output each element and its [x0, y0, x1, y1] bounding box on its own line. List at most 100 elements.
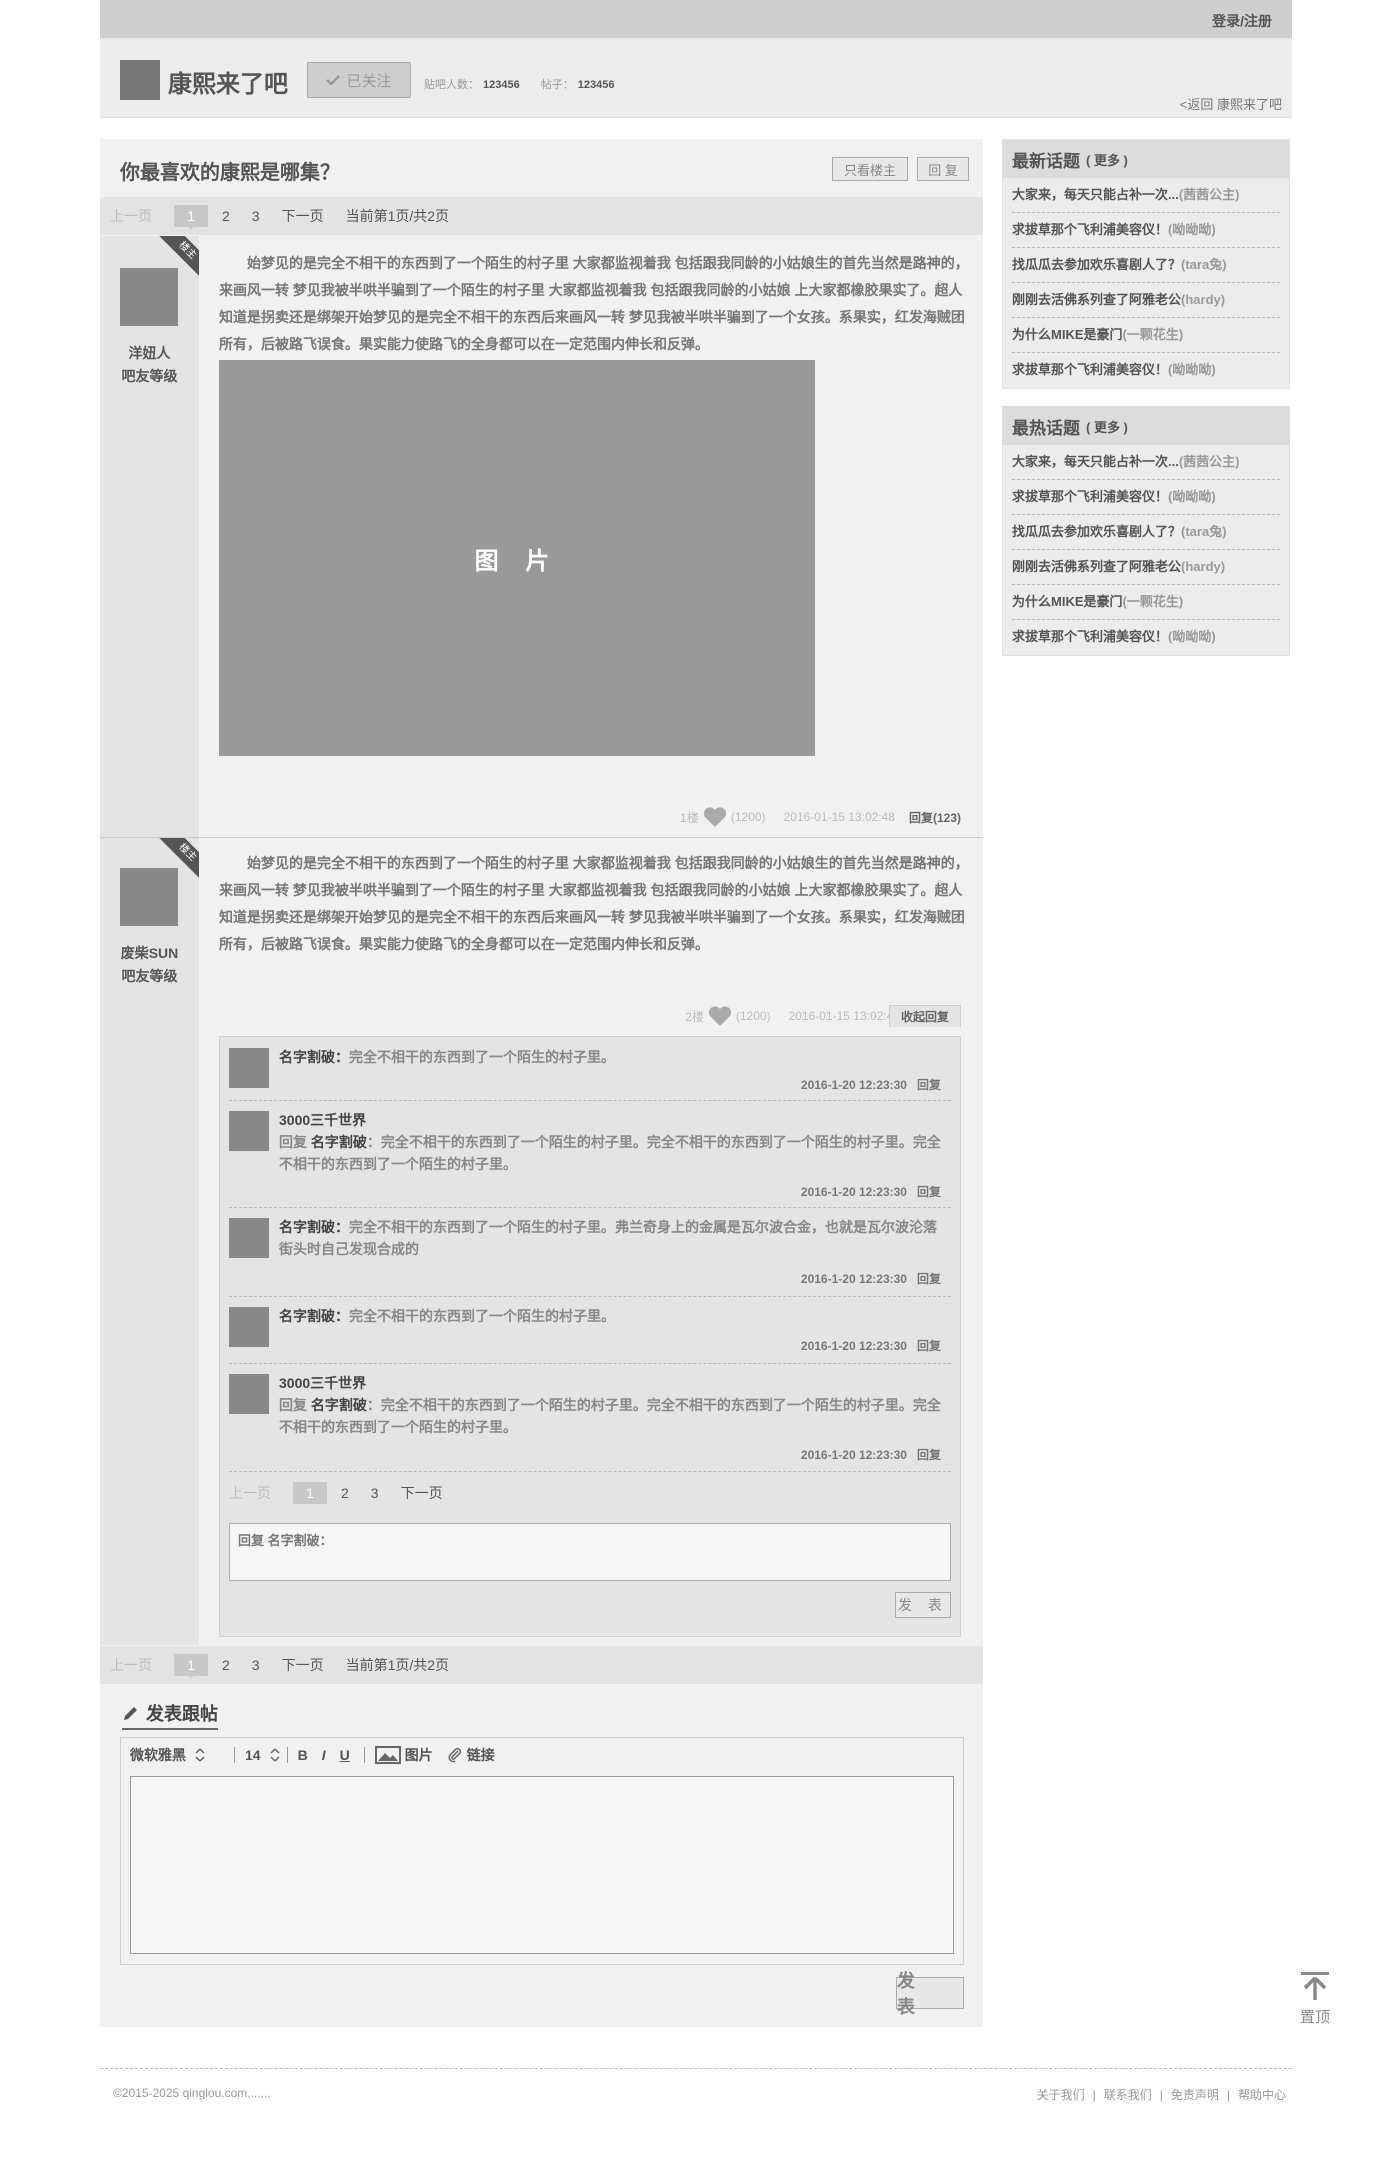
updown-chevron-icon	[270, 1748, 280, 1762]
reply-link[interactable]: 回复	[917, 1339, 941, 1353]
back-to-forum-link[interactable]: <返回 康熙来了吧	[1180, 94, 1282, 113]
reply-text: 3000三千世界 回复 名字割破：完全不相干的东西到了一个陌生的村子里。完全不相干…	[279, 1109, 949, 1175]
bold-button[interactable]: B	[298, 1747, 308, 1763]
topic-item[interactable]: 找瓜瓜去参加欢乐喜剧人了？(tara兔)	[1012, 515, 1280, 550]
avatar[interactable]	[229, 1307, 269, 1347]
page-link[interactable]: 3	[252, 1657, 260, 1673]
reply-author[interactable]: 名字割破	[279, 1049, 335, 1065]
post-author: 洋妞人 吧友等级	[100, 342, 199, 388]
topic-item[interactable]: 求拔草那个飞利浦美容仪！(呦呦呦)	[1012, 480, 1280, 515]
topic-title: 求拔草那个飞利浦美容仪！	[1012, 362, 1169, 377]
user-level: 吧友等级	[121, 368, 178, 384]
topic-item[interactable]: 求拔草那个飞利浦美容仪！(呦呦呦)	[1012, 353, 1280, 388]
topic-author: (呦呦呦)	[1168, 489, 1216, 504]
reply-item: 3000三千世界 回复 名字割破：完全不相干的东西到了一个陌生的村子里。完全不相干…	[229, 1101, 951, 1208]
reply-count-link[interactable]: 回复(123)	[909, 809, 961, 826]
reply-link[interactable]: 回复	[917, 1272, 941, 1286]
toolbar-separator	[234, 1747, 235, 1763]
topic-item[interactable]: 为什么MIKE是豪门(一颗花生)	[1012, 585, 1280, 620]
more-link[interactable]: ( 更多 )	[1086, 150, 1128, 169]
reply-text: 名字割破：完全不相干的东西到了一个陌生的村子里。	[279, 1308, 615, 1324]
thread-title: 你最喜欢的康熙是哪集？	[120, 162, 340, 184]
reply-author[interactable]: 3000三千世界	[279, 1372, 949, 1394]
avatar[interactable]	[229, 1048, 269, 1088]
topic-item[interactable]: 求拔草那个飞利浦美容仪！(呦呦呦)	[1012, 620, 1280, 655]
footer-link-about[interactable]: 关于我们	[1037, 2088, 1085, 2102]
footer-link-contact[interactable]: 联系我们	[1104, 2088, 1152, 2102]
avatar[interactable]	[120, 268, 178, 326]
topic-item[interactable]: 求拔草那个飞利浦美容仪！(呦呦呦)	[1012, 213, 1280, 248]
reply-input[interactable]: 回复 名字割破：	[229, 1523, 951, 1581]
publish-reply-button[interactable]: 发 表	[895, 1592, 951, 1618]
topic-title: 找瓜瓜去参加欢乐喜剧人了？	[1012, 524, 1182, 539]
reply-link[interactable]: 回复	[917, 1448, 941, 1462]
pagination-top: 上一页 1 2 3 下一页 当前第1页/共2页	[100, 197, 983, 235]
login-register-link[interactable]: 登录/注册	[1212, 11, 1272, 31]
reply-body: 完全不相干的东西到了一个陌生的村子里。弗兰奇身上的金属是瓦尔波合金，也就是瓦尔波…	[279, 1219, 937, 1257]
topic-item[interactable]: 大家来，每天只能占补一次...(茜茜公主)	[1012, 445, 1280, 480]
reply-link[interactable]: 回复	[917, 1078, 941, 1092]
publish-button[interactable]: 发 表	[896, 1971, 964, 2017]
avatar[interactable]	[229, 1374, 269, 1414]
editor-textarea[interactable]	[130, 1776, 954, 1954]
page-link[interactable]: 3	[252, 208, 260, 224]
reply-author[interactable]: 名字割破	[279, 1308, 335, 1324]
topic-item[interactable]: 找瓜瓜去参加欢乐喜剧人了？(tara兔)	[1012, 248, 1280, 283]
back-to-top-button[interactable]: 置顶	[1295, 1970, 1335, 2027]
topic-item[interactable]: 大家来，每天只能占补一次...(茜茜公主)	[1012, 178, 1280, 213]
post-author-column	[100, 236, 199, 1645]
collapse-replies-button[interactable]: 收起回复	[889, 1005, 961, 1027]
font-family-select[interactable]: 微软雅黑	[130, 1745, 210, 1765]
reply-author[interactable]: 名字割破	[279, 1219, 335, 1235]
footer-link-disclaimer[interactable]: 免责声明	[1171, 2088, 1219, 2102]
username[interactable]: 废柴SUN	[100, 942, 199, 965]
reply-author[interactable]: 3000三千世界	[279, 1109, 949, 1131]
footer-links: 关于我们 | 联系我们 | 免责声明 | 帮助中心	[1036, 2088, 1286, 2102]
topic-item[interactable]: 为什么MIKE是豪门(一颗花生)	[1012, 318, 1280, 353]
heart-icon[interactable]	[703, 806, 727, 828]
footer-link-help[interactable]: 帮助中心	[1238, 2088, 1286, 2102]
avatar[interactable]	[120, 868, 178, 926]
avatar[interactable]	[229, 1218, 269, 1258]
insert-image-button[interactable]: 图片	[374, 1745, 433, 1765]
insert-link-button[interactable]: 链接	[447, 1745, 495, 1765]
more-link[interactable]: ( 更多 )	[1086, 417, 1128, 436]
page-link[interactable]: 2	[222, 208, 230, 224]
page-link-current[interactable]: 1	[174, 205, 208, 229]
page-link[interactable]: 2	[222, 1657, 230, 1673]
reply-thread-button[interactable]: 回 复	[917, 157, 969, 181]
reply-link[interactable]: 回复	[917, 1185, 941, 1199]
pencil-icon	[124, 1707, 137, 1720]
page-link-current[interactable]: 1	[293, 1482, 327, 1504]
page-link[interactable]: 2	[341, 1485, 349, 1501]
forum-header: 康熙来了吧 已关注 贴吧人数： 123456 帖子： 123456 <返回 康熙来了…	[100, 38, 1292, 118]
page-link-current[interactable]: 1	[174, 1654, 208, 1678]
topic-author: (hardy)	[1181, 559, 1226, 574]
reply-target[interactable]: 名字割破	[311, 1134, 367, 1150]
post-meta: 1楼 (1200) 2016-01-15 13:02:48 回复(123)	[680, 806, 961, 828]
post-image[interactable]: 图 片	[219, 360, 815, 756]
widget-title: 最新话题	[1012, 151, 1080, 171]
follow-button[interactable]: 已关注	[307, 62, 411, 98]
forum-title[interactable]: 康熙来了吧	[168, 64, 288, 99]
italic-button[interactable]: I	[322, 1747, 326, 1763]
next-page-link[interactable]: 下一页	[282, 1655, 324, 1675]
topic-author: (一颗花生)	[1122, 594, 1184, 609]
prev-page-link[interactable]: 上一页	[229, 1483, 271, 1503]
heart-icon[interactable]	[708, 1005, 732, 1027]
topic-item[interactable]: 刚刚去活佛系列查了阿雅老公(hardy)	[1012, 550, 1280, 585]
username[interactable]: 洋妞人	[100, 342, 199, 365]
topic-title: 找瓜瓜去参加欢乐喜剧人了？	[1012, 257, 1182, 272]
avatar[interactable]	[229, 1111, 269, 1151]
prev-page-link[interactable]: 上一页	[110, 206, 152, 226]
topic-item[interactable]: 刚刚去活佛系列查了阿雅老公(hardy)	[1012, 283, 1280, 318]
only-op-button[interactable]: 只看楼主	[832, 157, 908, 181]
prev-page-link[interactable]: 上一页	[110, 1655, 152, 1675]
next-page-link[interactable]: 下一页	[401, 1483, 443, 1503]
font-size-select[interactable]: 14	[245, 1747, 285, 1763]
underline-button[interactable]: U	[340, 1747, 350, 1763]
page-link[interactable]: 3	[371, 1485, 379, 1501]
footer-divider	[100, 2068, 1292, 2069]
next-page-link[interactable]: 下一页	[282, 206, 324, 226]
reply-target[interactable]: 名字割破	[311, 1397, 367, 1413]
